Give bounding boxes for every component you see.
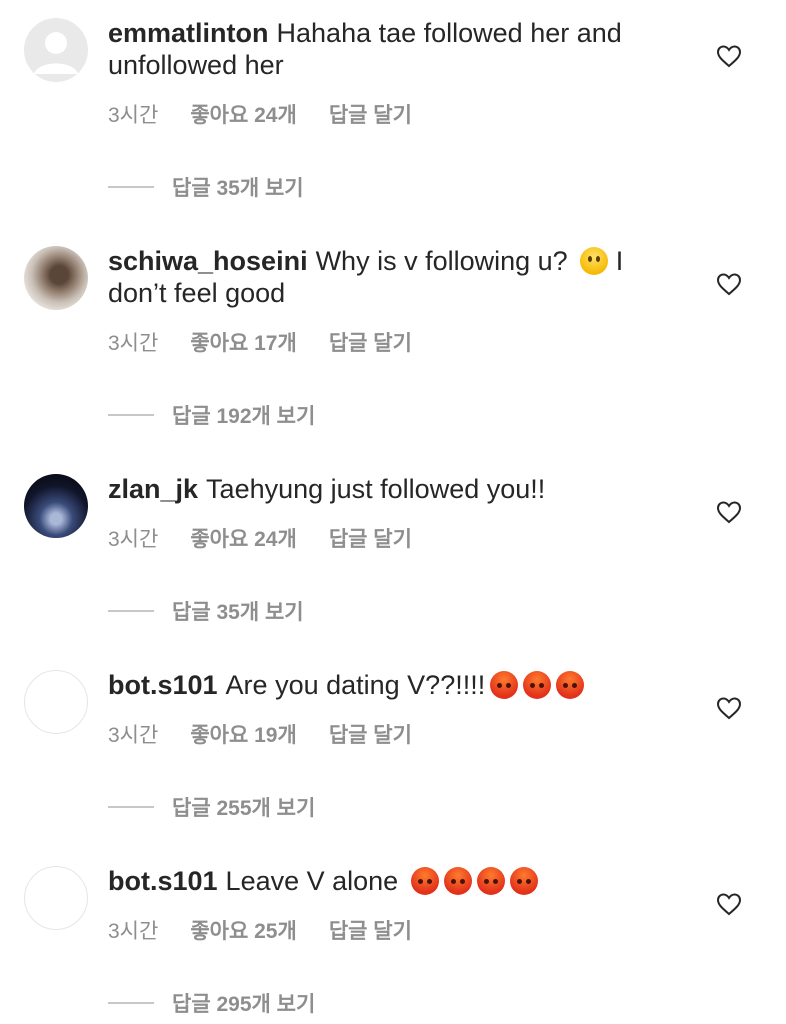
heart-outline-icon[interactable] xyxy=(716,500,742,524)
comment-username[interactable]: bot.s101 xyxy=(108,866,218,896)
view-replies-label: 답글 35개 보기 xyxy=(172,601,304,624)
comment-time: 3시간 xyxy=(108,920,159,943)
comment-body: Leave V alone xyxy=(225,866,399,896)
avatar[interactable] xyxy=(24,246,88,310)
view-replies-button[interactable]: 답글 35개 보기 xyxy=(108,172,304,202)
angry-face-icon xyxy=(490,671,519,699)
reply-button[interactable]: 답글 달기 xyxy=(329,99,412,129)
comment-meta: 3시간 좋아요 19개 답글 달기 xyxy=(108,719,412,749)
comment-text: schiwa_hoseini Why is v following u? I do… xyxy=(108,245,668,309)
heart-outline-icon[interactable] xyxy=(716,696,742,720)
comment-username[interactable]: schiwa_hoseini xyxy=(108,246,308,276)
angry-face-icon xyxy=(476,867,505,895)
replies-divider xyxy=(108,806,154,808)
avatar[interactable] xyxy=(24,474,88,538)
reply-button[interactable]: 답글 달기 xyxy=(329,719,412,749)
view-replies-button[interactable]: 답글 192개 보기 xyxy=(108,400,315,430)
avatar[interactable] xyxy=(24,670,88,734)
reply-button[interactable]: 답글 달기 xyxy=(329,915,412,945)
default-avatar-icon xyxy=(34,32,78,74)
replies-divider xyxy=(108,1002,154,1004)
angry-face-icon xyxy=(556,671,585,699)
view-replies-label: 답글 255개 보기 xyxy=(172,797,316,820)
comment-likes[interactable]: 좋아요 19개 xyxy=(190,719,296,749)
view-replies-label: 답글 35개 보기 xyxy=(172,177,304,200)
comment-likes[interactable]: 좋아요 25개 xyxy=(190,915,296,945)
comment-body: Are you dating V??!!!! xyxy=(225,670,486,700)
comment-meta: 3시간 좋아요 25개 답글 달기 xyxy=(108,915,412,945)
angry-face-icon xyxy=(509,867,538,895)
comment-text: bot.s101 Leave V alone xyxy=(108,865,668,897)
comment-username[interactable]: emmatlinton xyxy=(108,18,269,48)
avatar[interactable] xyxy=(24,18,88,82)
view-replies-label: 답글 295개 보기 xyxy=(172,993,316,1016)
view-replies-button[interactable]: 답글 255개 보기 xyxy=(108,792,315,822)
comment-username[interactable]: bot.s101 xyxy=(108,670,218,700)
comment-text: emmatlinton Hahaha tae followed her and u… xyxy=(108,17,668,81)
heart-outline-icon[interactable] xyxy=(716,272,742,296)
comment-time: 3시간 xyxy=(108,724,159,747)
replies-divider xyxy=(108,414,154,416)
comment-time: 3시간 xyxy=(108,528,159,551)
angry-face-icon xyxy=(410,867,439,895)
comment-time: 3시간 xyxy=(108,332,159,355)
replies-divider xyxy=(108,186,154,188)
comment-meta: 3시간 좋아요 17개 답글 달기 xyxy=(108,327,412,357)
angry-face-icon xyxy=(523,671,552,699)
avatar[interactable] xyxy=(24,866,88,930)
view-replies-label: 답글 192개 보기 xyxy=(172,405,316,428)
comment-meta: 3시간 좋아요 24개 답글 달기 xyxy=(108,99,412,129)
view-replies-button[interactable]: 답글 295개 보기 xyxy=(108,988,315,1018)
reply-button[interactable]: 답글 달기 xyxy=(329,327,412,357)
angry-face-icon xyxy=(443,867,472,895)
slightly-smiling-face-icon xyxy=(580,247,609,275)
comment-body: Why is v following u? xyxy=(315,246,568,276)
view-replies-button[interactable]: 답글 35개 보기 xyxy=(108,596,304,626)
comment-likes[interactable]: 좋아요 17개 xyxy=(190,327,296,357)
comment-text: zlan_jk Taehyung just followed you!! xyxy=(108,473,668,505)
comment-likes[interactable]: 좋아요 24개 xyxy=(190,99,296,129)
comment-body: Taehyung just followed you!! xyxy=(206,474,546,504)
reply-button[interactable]: 답글 달기 xyxy=(329,523,412,553)
heart-outline-icon[interactable] xyxy=(716,44,742,68)
replies-divider xyxy=(108,610,154,612)
comment-meta: 3시간 좋아요 24개 답글 달기 xyxy=(108,523,412,553)
comment-likes[interactable]: 좋아요 24개 xyxy=(190,523,296,553)
comment-text: bot.s101 Are you dating V??!!!! xyxy=(108,669,668,701)
comment-username[interactable]: zlan_jk xyxy=(108,474,198,504)
heart-outline-icon[interactable] xyxy=(716,892,742,916)
comment-time: 3시간 xyxy=(108,104,159,127)
